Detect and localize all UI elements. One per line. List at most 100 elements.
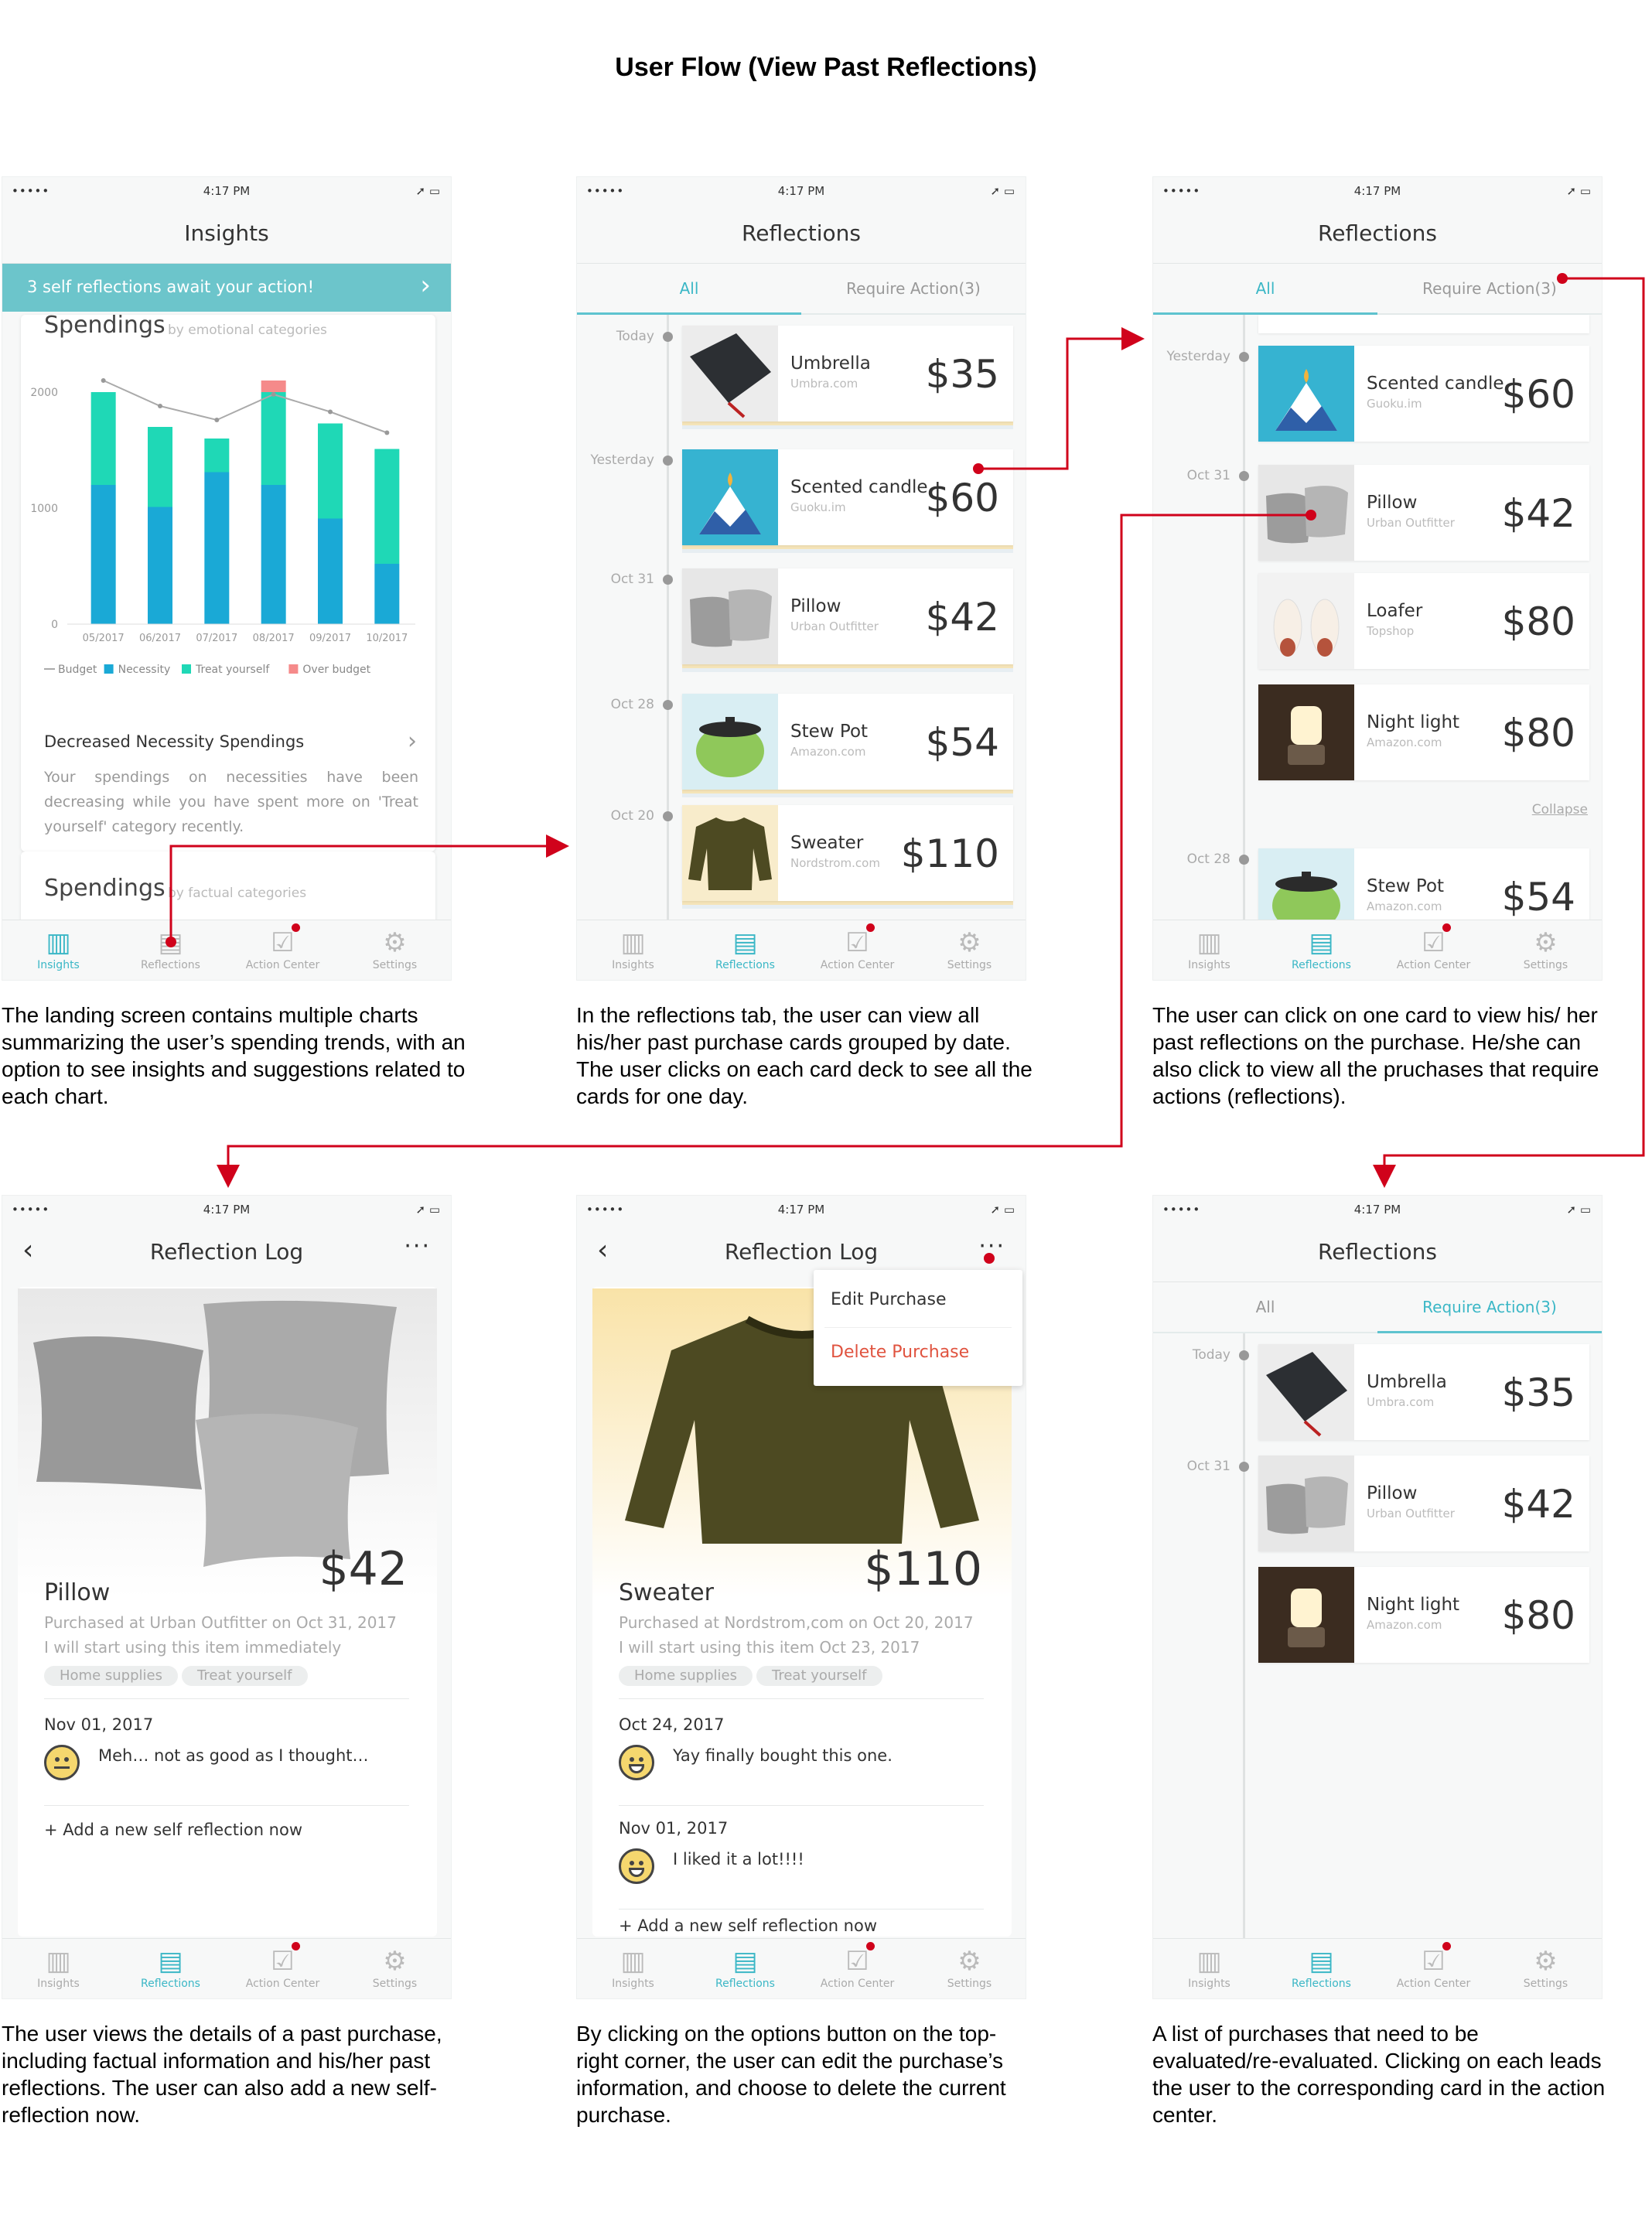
- status-bar: ••••• 4:17 PM ➚ ▭: [1153, 177, 1602, 203]
- edit-purchase-item[interactable]: Edit Purchase: [831, 1290, 947, 1309]
- item-name: Loafer: [1367, 601, 1423, 621]
- tab-reflections[interactable]: ▤ Reflections: [1265, 927, 1377, 971]
- purchase-card[interactable]: Scented candle Guoku.im $60: [1258, 346, 1589, 442]
- nav-bar: ‹ Reflection Log ···: [2, 1222, 451, 1282]
- product-thumbnail: [1258, 684, 1354, 780]
- purchase-card[interactable]: Loafer Topshop $80: [1258, 573, 1589, 669]
- tab-require-action[interactable]: Require Action(3): [1377, 279, 1602, 298]
- store-name: Urban Outfitter: [1367, 516, 1455, 530]
- purchase-card[interactable]: Umbrella Umbra.com $35: [682, 326, 1013, 421]
- action-banner[interactable]: 3 self reflections await your action! ›: [2, 264, 451, 312]
- x-tick-label: 09/2017: [309, 633, 351, 644]
- emotional-spending-card[interactable]: Spendings by emotional categories 0 1000 2…: [21, 312, 435, 852]
- tab-bar: ▥ Insights ▤ Reflections ☑ Action Center ⚙ S…: [1153, 1938, 1602, 1998]
- purchase-card[interactable]: [1258, 315, 1589, 333]
- delete-purchase-item[interactable]: Delete Purchase: [831, 1343, 969, 1362]
- more-dots-icon[interactable]: ···: [404, 1233, 431, 1260]
- purchase-info: Purchased at Nordstrom,com on Oct 20, 20…: [619, 1613, 974, 1632]
- tab-action-center[interactable]: ☑ Action Center: [1377, 1945, 1490, 1990]
- tab-reflections[interactable]: ▤ Reflections: [114, 1945, 227, 1990]
- tab-settings[interactable]: ⚙ Settings: [913, 927, 1026, 971]
- nav-bar: Insights: [2, 203, 451, 264]
- notification-dot: [292, 1942, 300, 1950]
- battery-icon: ➚ ▭: [415, 1203, 440, 1217]
- timeline-dot: [663, 332, 673, 342]
- store-name: Topshop: [1367, 624, 1415, 638]
- tab-action-center[interactable]: ☑ Action Center: [1377, 927, 1490, 971]
- status-bar: ••••• 4:17 PM ➚ ▭: [2, 177, 451, 203]
- store-name: Guoku.im: [790, 500, 846, 514]
- purchase-card[interactable]: Umbrella Umbra.com $35: [1258, 1344, 1589, 1440]
- timeline: [1243, 315, 1245, 921]
- tab-insights[interactable]: ▥ Insights: [2, 1945, 114, 1990]
- tab-reflections[interactable]: ▤ Reflections: [114, 927, 227, 971]
- tab-insights[interactable]: ▥ Insights: [1153, 1945, 1265, 1990]
- reflection-date: Nov 01, 2017: [619, 1819, 729, 1838]
- tab-indicator: [577, 312, 801, 315]
- timeline-dot: [1239, 855, 1249, 865]
- tab-require-action[interactable]: Require Action(3): [1377, 1298, 1602, 1316]
- tag-chip[interactable]: Treat yourself: [756, 1666, 882, 1686]
- reflection-text: Meh… not as good as I thought…: [98, 1746, 369, 1765]
- tab-action-center[interactable]: ☑ Action Center: [801, 927, 913, 971]
- collapse-link[interactable]: Collapse: [1532, 802, 1588, 817]
- purchase-card[interactable]: Stew Pot Amazon.com $54: [682, 694, 1013, 790]
- add-reflection-button[interactable]: + Add a new self reflection now: [619, 1916, 877, 1935]
- tab-insights[interactable]: ▥ Insights: [577, 927, 689, 971]
- tab-reflections[interactable]: ▤ Reflections: [689, 1945, 801, 1990]
- tab-settings[interactable]: ⚙ Settings: [339, 1945, 451, 1990]
- neutral-face-icon: [44, 1745, 80, 1780]
- nav-bar: Reflections: [577, 203, 1026, 264]
- reflection-date: Nov 01, 2017: [44, 1715, 154, 1734]
- item-name: Pillow: [790, 596, 841, 616]
- date-label: Oct 31: [1186, 468, 1230, 483]
- tab-settings[interactable]: ⚙ Settings: [1490, 1945, 1602, 1990]
- tab-settings[interactable]: ⚙ Settings: [339, 927, 451, 971]
- status-time: 4:17 PM: [1353, 1203, 1401, 1217]
- tab-insights[interactable]: ▥ Insights: [2, 927, 114, 971]
- purchase-card[interactable]: Night light Amazon.com $80: [1258, 684, 1589, 780]
- store-name: Amazon.com: [790, 745, 866, 759]
- tab-action-center[interactable]: ☑ Action Center: [801, 1945, 913, 1990]
- tab-insights[interactable]: ▥ Insights: [1153, 927, 1265, 971]
- product-thumbnail: [682, 326, 778, 421]
- purchase-card[interactable]: Sweater Nordstrom.com $110: [682, 805, 1013, 901]
- battery-icon: ➚ ▭: [1566, 1203, 1591, 1217]
- purchase-info: Purchased at Urban Outfitter on Oct 31, …: [44, 1613, 397, 1632]
- card-stack-edge: [682, 793, 1013, 797]
- tab-action-center[interactable]: ☑ Action Center: [227, 1945, 339, 1990]
- purchase-card[interactable]: Pillow Urban Outfitter $42: [1258, 465, 1589, 561]
- tab-settings[interactable]: ⚙ Settings: [913, 1945, 1026, 1990]
- tab-reflections[interactable]: ▤ Reflections: [689, 927, 801, 971]
- date-label: Oct 31: [1186, 1459, 1230, 1474]
- legend-swatch: [288, 664, 299, 674]
- gear-icon: ⚙: [383, 927, 407, 958]
- chevron-right-icon[interactable]: ›: [408, 728, 417, 755]
- add-reflection-button[interactable]: + Add a new self reflection now: [44, 1821, 302, 1839]
- timeline-dot: [1239, 352, 1249, 362]
- screen-title: Reflection Log: [149, 1239, 304, 1264]
- tab-reflections[interactable]: ▤ Reflections: [1265, 1945, 1377, 1990]
- document-icon: ▤: [732, 927, 758, 958]
- tag-chip[interactable]: Treat yourself: [182, 1666, 308, 1686]
- item-name: Sweater: [619, 1579, 714, 1606]
- purchase-card[interactable]: Night light Amazon.com $80: [1258, 1567, 1589, 1663]
- item-name: Night light: [1367, 712, 1460, 732]
- tab-settings[interactable]: ⚙ Settings: [1490, 927, 1602, 971]
- tab-require-action[interactable]: Require Action(3): [801, 279, 1026, 298]
- purchase-card[interactable]: Pillow Urban Outfitter $42: [682, 568, 1013, 664]
- options-menu: Edit Purchase Delete Purchase: [814, 1270, 1022, 1386]
- tab-all[interactable]: All: [577, 279, 801, 298]
- purchase-card[interactable]: Scented candle Guoku.im $60: [682, 449, 1013, 545]
- tab-all[interactable]: All: [1153, 1298, 1377, 1316]
- tag-chip[interactable]: Home supplies: [619, 1666, 753, 1686]
- factual-spending-card[interactable]: Spendings by factual categories: [21, 852, 435, 929]
- tab-action-center[interactable]: ☑ Action Center: [227, 927, 339, 971]
- gear-icon: ⚙: [957, 1946, 981, 1977]
- notification-dot: [866, 1942, 875, 1950]
- tab-all[interactable]: All: [1153, 279, 1377, 298]
- purchase-card[interactable]: Pillow Urban Outfitter $42: [1258, 1456, 1589, 1551]
- tag-chip[interactable]: Home supplies: [44, 1666, 178, 1686]
- tab-insights[interactable]: ▥ Insights: [577, 1945, 689, 1990]
- gear-icon: ⚙: [1534, 927, 1558, 958]
